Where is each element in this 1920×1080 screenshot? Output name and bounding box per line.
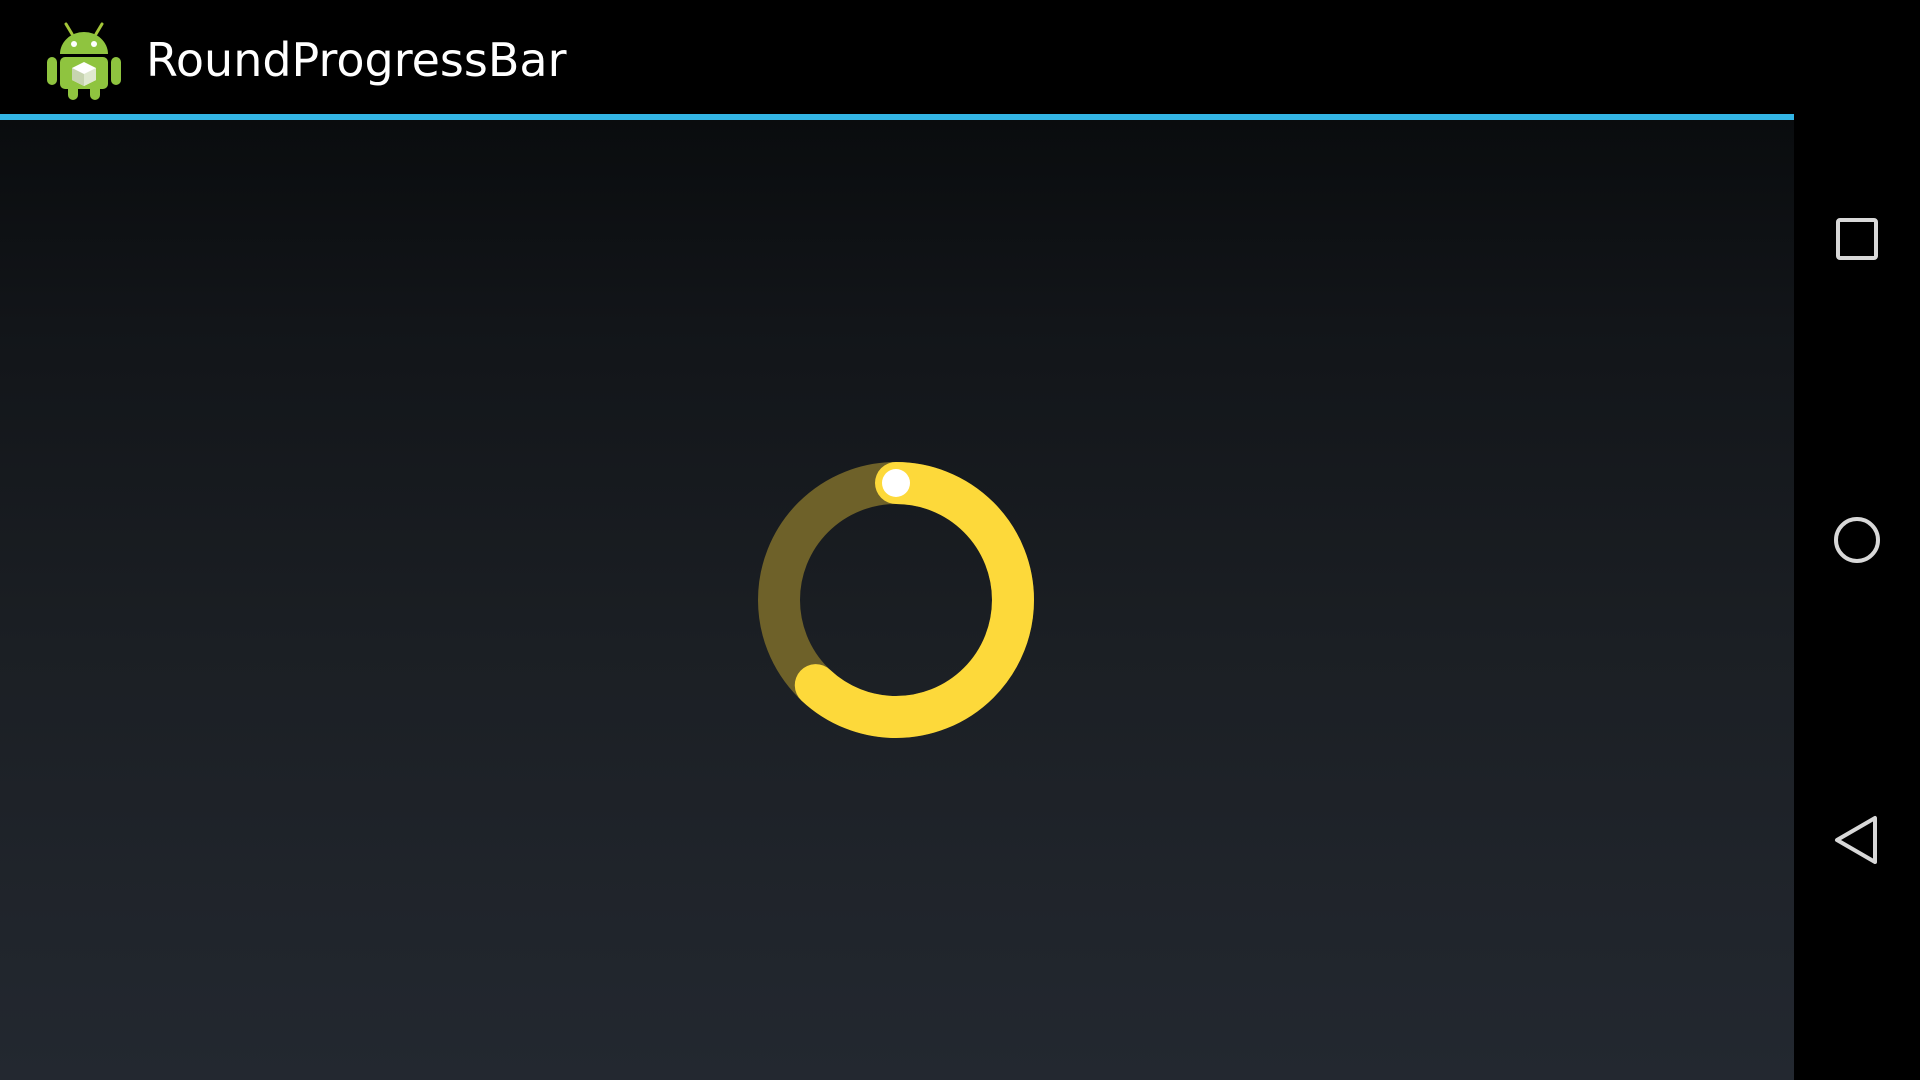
action-bar: RoundProgressBar: [0, 0, 1794, 114]
triangle-back-icon: [1835, 816, 1877, 864]
navigation-bar: [1794, 0, 1920, 1080]
back-button[interactable]: [1817, 800, 1897, 880]
progress-thumb: [882, 469, 910, 497]
device-screen: RoundProgressBar: [0, 0, 1920, 1080]
app-title: RoundProgressBar: [146, 33, 567, 87]
home-button[interactable]: [1817, 500, 1897, 580]
android-robot-icon[interactable]: [44, 16, 124, 102]
recents-button[interactable]: [1817, 200, 1897, 280]
round-progress-bar: [756, 460, 1036, 740]
square-icon: [1836, 218, 1878, 260]
circle-icon: [1834, 517, 1880, 563]
app-window: RoundProgressBar: [0, 0, 1794, 1080]
action-bar-divider: [0, 114, 1794, 120]
